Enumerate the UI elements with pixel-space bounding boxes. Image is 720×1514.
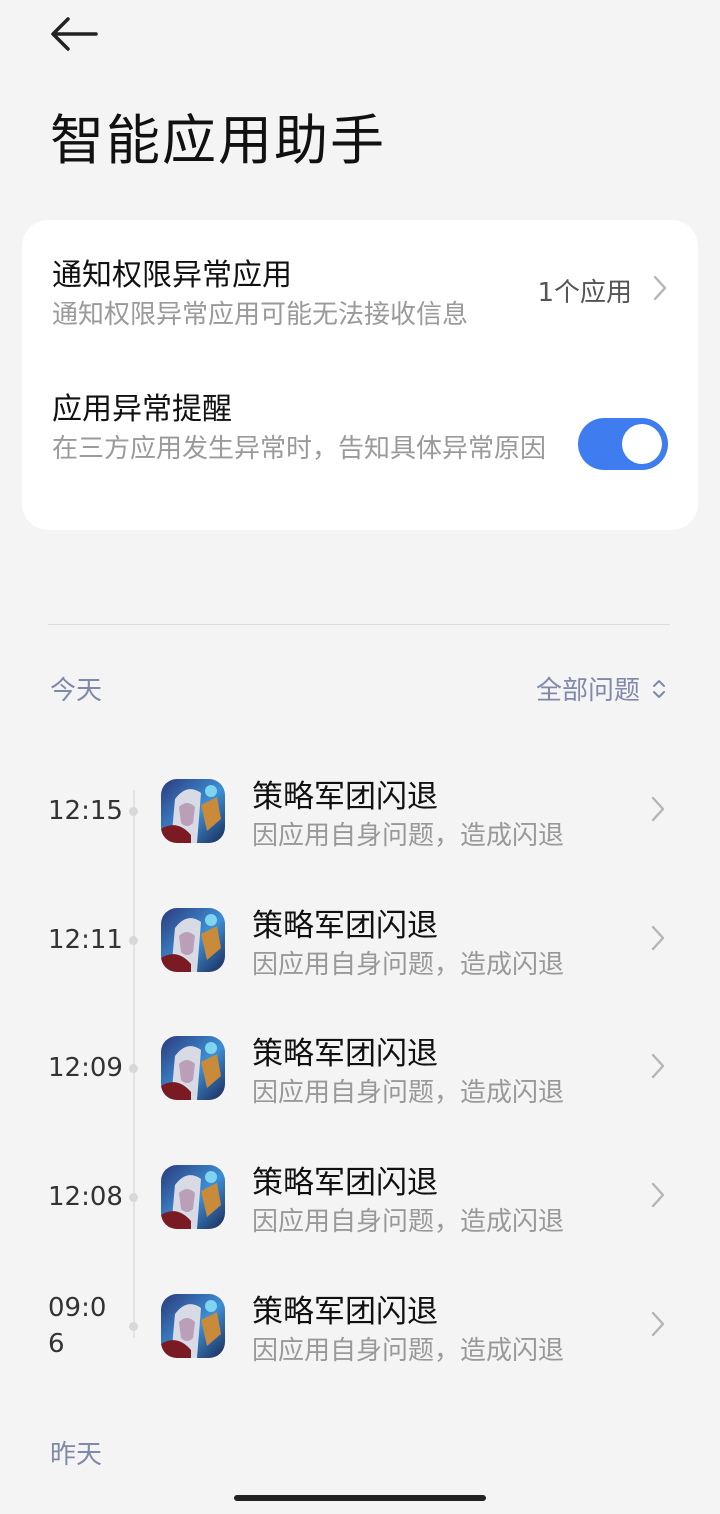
filter-dropdown[interactable]: 全部问题 — [536, 670, 666, 707]
app-icon — [161, 1036, 225, 1100]
event-row[interactable]: 12:15 策略军团闪退 因应用自身问题，造成闪退 — [0, 779, 720, 899]
filter-label: 全部问题 — [535, 676, 640, 706]
timeline-dot — [129, 807, 138, 816]
event-row[interactable]: 12:11 策略军团闪退 因应用自身问题，造成闪退 — [0, 908, 720, 1028]
event-app-name: 策略军团闪退 — [252, 908, 438, 944]
timeline-dot — [129, 1064, 138, 1073]
event-app-name: 策略军团闪退 — [252, 1036, 438, 1072]
event-time: 12:11 — [48, 925, 123, 955]
chevron-right-icon — [651, 925, 665, 951]
event-description: 因应用自身问题，造成闪退 — [252, 1078, 565, 1108]
timeline-dot — [129, 936, 138, 945]
event-time: 12:09 — [48, 1053, 123, 1083]
chevron-right-icon — [651, 1182, 665, 1208]
app-icon — [161, 1165, 225, 1229]
yesterday-label: 昨天 — [50, 1440, 103, 1470]
chevron-right-icon — [651, 796, 665, 822]
settings-card: 通知权限异常应用 通知权限异常应用可能无法接收信息 1个应用 应用异常提醒 在三… — [22, 220, 698, 530]
home-indicator — [234, 1495, 486, 1501]
event-app-name: 策略军团闪退 — [252, 1294, 438, 1330]
app-icon — [161, 908, 225, 972]
event-app-name: 策略军团闪退 — [252, 1165, 438, 1201]
back-arrow-icon[interactable] — [46, 14, 100, 54]
app-alert-title: 应用异常提醒 — [52, 392, 232, 427]
app-alert-toggle[interactable] — [578, 418, 668, 470]
divider — [48, 624, 670, 625]
app-alert-subtitle: 在三方应用发生异常时，告知具体异常原因 — [52, 434, 547, 464]
event-row[interactable]: 12:08 策略军团闪退 因应用自身问题，造成闪退 — [0, 1165, 720, 1285]
chevron-right-icon — [653, 275, 667, 301]
app-alert-row: 应用异常提醒 在三方应用发生异常时，告知具体异常原因 — [52, 384, 668, 470]
chevron-right-icon — [651, 1053, 665, 1079]
event-time: 12:15 — [48, 796, 123, 826]
event-time: 12:08 — [48, 1182, 123, 1212]
event-description: 因应用自身问题，造成闪退 — [252, 821, 565, 851]
page-title: 智能应用助手 — [50, 109, 386, 172]
event-row[interactable]: 12:09 策略军团闪退 因应用自身问题，造成闪退 — [0, 1036, 720, 1156]
event-app-name: 策略军团闪退 — [252, 779, 438, 815]
notify-permission-row[interactable]: 通知权限异常应用 通知权限异常应用可能无法接收信息 1个应用 — [52, 250, 668, 334]
today-label: 今天 — [50, 676, 103, 706]
app-icon — [161, 1294, 225, 1358]
event-description: 因应用自身问题，造成闪退 — [252, 1336, 565, 1366]
event-time: 09:0 6 — [48, 1293, 107, 1359]
timeline-dot — [129, 1322, 138, 1331]
event-row[interactable]: 09:0 6 策略军团闪退 因应用自身问题，造成闪退 — [0, 1293, 720, 1414]
sort-updown-icon — [653, 679, 665, 698]
timeline-dot — [129, 1193, 138, 1202]
app-icon — [161, 779, 225, 843]
toggle-knob — [622, 424, 662, 464]
notify-permission-count: 1个应用 — [537, 278, 632, 308]
event-description: 因应用自身问题，造成闪退 — [252, 950, 565, 980]
event-description: 因应用自身问题，造成闪退 — [252, 1207, 565, 1237]
chevron-right-icon — [651, 1311, 665, 1337]
